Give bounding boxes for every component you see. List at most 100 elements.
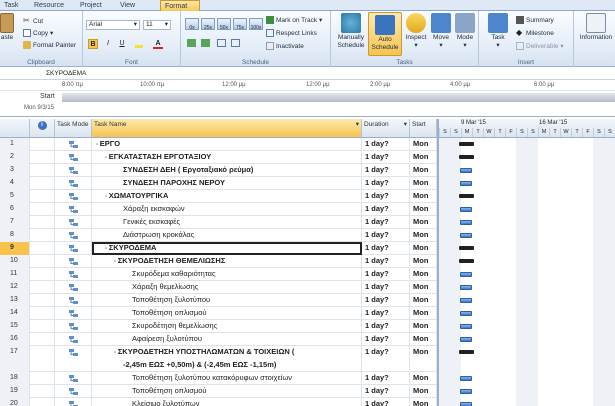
task-name-cell[interactable]: Αφαίρεση ξυλοτύπου	[92, 333, 362, 346]
duration-cell[interactable]: 1 day?	[362, 164, 410, 177]
row-number[interactable]: 16	[0, 333, 30, 346]
move-button[interactable]: Move ▾	[430, 13, 452, 50]
outdent-icon[interactable]	[187, 39, 196, 47]
task-mode-cell[interactable]	[55, 216, 92, 229]
duration-cell[interactable]: 1 day?	[362, 398, 410, 406]
row-number[interactable]: 3	[0, 164, 30, 177]
task-name-cell[interactable]: Τοποθέτηση ξυλοτύπου	[92, 294, 362, 307]
start-cell[interactable]: Mon	[410, 281, 437, 294]
start-cell[interactable]: Mon	[410, 398, 437, 406]
task-mode-cell[interactable]	[55, 229, 92, 242]
task-name-cell[interactable]: Τοποθέτηση οπλισμού	[92, 307, 362, 320]
duration-cell[interactable]: 1 day?	[362, 385, 410, 398]
row-number[interactable]: 19	[0, 385, 30, 398]
summary-bar[interactable]	[459, 246, 474, 250]
row-number[interactable]: 6	[0, 203, 30, 216]
task-mode-cell[interactable]	[55, 346, 92, 372]
table-row[interactable]: 6 Χάραξη εκσκαφών 1 day? Mon	[0, 203, 437, 216]
summary-bar[interactable]	[459, 194, 474, 198]
task-name-cell[interactable]: Χάραξη θεμελίωσης	[92, 281, 362, 294]
task-mode-cell[interactable]	[55, 151, 92, 164]
task-name-column-header[interactable]: Task Name ▾	[92, 119, 362, 138]
duration-cell[interactable]: 1 day?	[362, 242, 410, 255]
duration-cell[interactable]: 1 day?	[362, 177, 410, 190]
duration-cell[interactable]: 1 day?	[362, 203, 410, 216]
start-cell[interactable]: Mon	[410, 203, 437, 216]
task-bar[interactable]	[460, 181, 472, 186]
task-name-cell[interactable]: ▫ ΣΚΥΡΟΔΕΤΗΣΗ ΘΕΜΕΛΙΩΣΗΣ	[92, 255, 362, 268]
respect-links-button[interactable]: Respect Links	[266, 29, 317, 38]
task-mode-cell[interactable]	[55, 281, 92, 294]
row-number[interactable]: 18	[0, 372, 30, 385]
table-row[interactable]: 15 Σκυροδέτηση θεμελίωσης 1 day? Mon	[0, 320, 437, 333]
duration-cell[interactable]: 1 day?	[362, 372, 410, 385]
task-name-cell[interactable]: ▫ ΕΓΚΑΤΑΣΤΑΣΗ ΕΡΓΟΤΑΞΙΟΥ	[92, 151, 362, 164]
tab-task[interactable]: Task	[0, 0, 22, 11]
start-cell[interactable]: Mon	[410, 320, 437, 333]
task-name-cell[interactable]: Κλείσιμο ξυλοτύπων	[92, 398, 362, 406]
task-name-cell[interactable]: ▫ ΣΚΥΡΟΔΕΜΑ	[92, 242, 362, 255]
task-name-cell[interactable]: Διάστρωση κροκάλας	[92, 229, 362, 242]
table-row[interactable]: 19 Τοποθέτηση οπλισμού 1 day? Mon	[0, 385, 437, 398]
duration-cell[interactable]: 1 day?	[362, 138, 410, 151]
insert-task-button[interactable]: Task ▾	[485, 13, 511, 50]
task-bar[interactable]	[460, 402, 472, 406]
duration-cell[interactable]: 1 day?	[362, 268, 410, 281]
task-mode-cell[interactable]	[55, 164, 92, 177]
tab-view[interactable]: View	[116, 0, 139, 11]
table-row[interactable]: 3 ΣΥΝΔΕΣΗ ΔΕΗ ( Εργοταξιακό ρεύμα) 1 day? M…	[0, 164, 437, 177]
start-cell[interactable]: Mon	[410, 138, 437, 151]
task-name-cell[interactable]: Σκυροδέτηση θεμελίωσης	[92, 320, 362, 333]
row-number[interactable]: 14	[0, 307, 30, 320]
task-name-cell[interactable]: ΣΥΝΔΕΣΗ ΔΕΗ ( Εργοταξιακό ρεύμα)	[92, 164, 362, 177]
task-name-cell[interactable]: Γενικές εκσκαφές	[92, 216, 362, 229]
auto-schedule-button[interactable]: Auto Schedule	[368, 12, 402, 56]
table-row[interactable]: 14 Τοποθέτηση οπλισμού 1 day? Mon	[0, 307, 437, 320]
start-cell[interactable]: Mon	[410, 255, 437, 268]
row-header-corner[interactable]	[0, 119, 30, 138]
table-row[interactable]: 8 Διάστρωση κροκάλας 1 day? Mon	[0, 229, 437, 242]
row-number[interactable]: 4	[0, 177, 30, 190]
start-cell[interactable]: Mon	[410, 164, 437, 177]
table-row[interactable]: 1 ▫ ΕΡΓΟ 1 day? Mon	[0, 138, 437, 151]
duration-cell[interactable]: 1 day?	[362, 281, 410, 294]
summary-bar[interactable]	[459, 142, 474, 146]
milestone-button[interactable]: ◆ Milestone	[516, 29, 554, 38]
font-size-select[interactable]: 11 ▾	[143, 20, 171, 30]
task-bar[interactable]	[460, 233, 472, 238]
duration-cell[interactable]: 1 day?	[362, 346, 410, 372]
task-mode-cell[interactable]	[55, 190, 92, 203]
task-name-cell[interactable]: ▫ ΕΡΓΟ	[92, 138, 362, 151]
summary-bar[interactable]	[459, 155, 474, 159]
start-cell[interactable]: Mon	[410, 151, 437, 164]
task-bar[interactable]	[460, 298, 472, 303]
tab-resource[interactable]: Resource	[30, 0, 68, 11]
duration-cell[interactable]: 1 day?	[362, 151, 410, 164]
table-row[interactable]: 7 Γενικές εκσκαφές 1 day? Mon	[0, 216, 437, 229]
start-cell[interactable]: Mon	[410, 216, 437, 229]
font-color-button[interactable]: A	[153, 39, 163, 49]
task-bar[interactable]	[460, 272, 472, 277]
table-row[interactable]: 4 ΣΥΝΔΕΣΗ ΠΑΡΟΧΗΣ ΝΕΡΟΥ 1 day? Mon	[0, 177, 437, 190]
row-number[interactable]: 7	[0, 216, 30, 229]
start-cell[interactable]: Mon	[410, 268, 437, 281]
task-name-cell[interactable]: ΣΥΝΔΕΣΗ ΠΑΡΟΧΗΣ ΝΕΡΟΥ	[92, 177, 362, 190]
pct-100-button[interactable]: 100x	[249, 18, 263, 31]
table-row[interactable]: 13 Τοποθέτηση ξυλοτύπου 1 day? Mon	[0, 294, 437, 307]
start-column-header[interactable]: Start	[410, 119, 437, 138]
row-number[interactable]: 2	[0, 151, 30, 164]
task-mode-cell[interactable]	[55, 294, 92, 307]
mode-button[interactable]: Mode ▾	[454, 13, 476, 50]
task-bar[interactable]	[460, 324, 472, 329]
table-row[interactable]: 18 Τοποθέτηση ξυλοτύπου κατακόρυφων στοιχ…	[0, 372, 437, 385]
duration-cell[interactable]: 1 day?	[362, 320, 410, 333]
unlink-icon[interactable]	[231, 39, 240, 47]
table-row[interactable]: 9 ▫ ΣΚΥΡΟΔΕΜΑ 1 day? Mon	[0, 242, 437, 255]
duration-cell[interactable]: 1 day?	[362, 216, 410, 229]
task-mode-cell[interactable]	[55, 333, 92, 346]
inspect-button[interactable]: Inspect ▾	[404, 13, 428, 50]
task-name-cell[interactable]: Τοποθέτηση οπλισμού	[92, 385, 362, 398]
highlight-color-button[interactable]	[134, 39, 144, 49]
information-button[interactable]: Information	[576, 13, 615, 42]
task-name-cell[interactable]: Χάραξη εκσκαφών	[92, 203, 362, 216]
